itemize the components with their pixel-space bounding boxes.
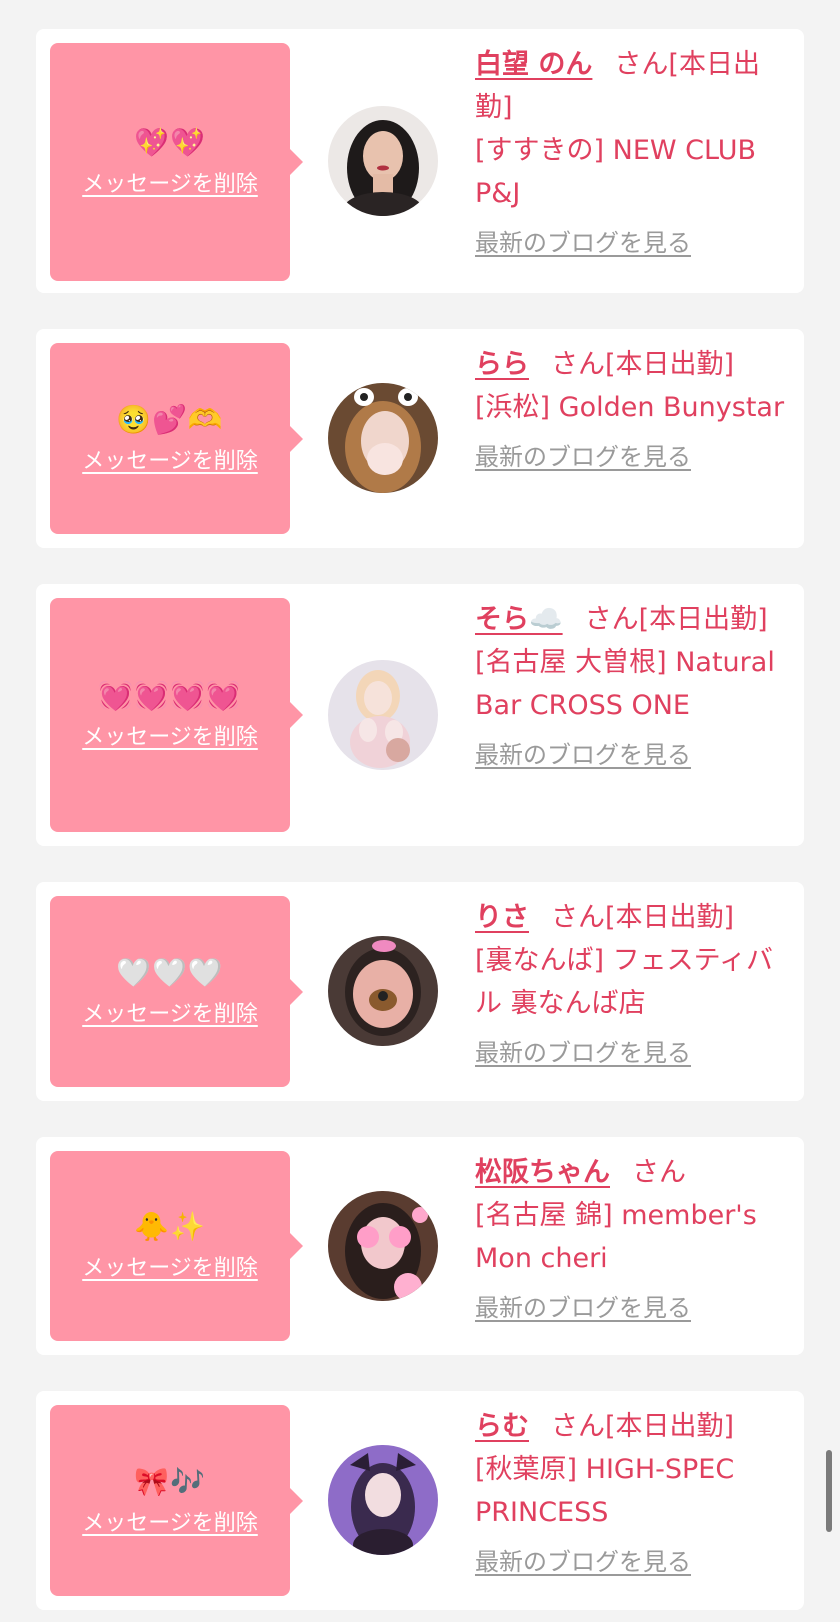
latest-blog-link[interactable]: 最新のブログを見る <box>475 1290 793 1326</box>
delete-message-link[interactable]: メッセージを削除 <box>82 719 258 751</box>
honorific: さん <box>632 1157 686 1188</box>
cast-info: らむ さん[本日出勤] [秋葉原] HIGH-SPEC PRINCESS 最新のブ… <box>475 1405 793 1580</box>
delete-message-link[interactable]: メッセージを削除 <box>82 1250 258 1282</box>
message-emoji: 💖💖 <box>134 126 206 159</box>
cast-info: 松阪ちゃん さん [名古屋 錦] member's Mon cheri 最新のブロ… <box>475 1151 793 1326</box>
delete-message-link[interactable]: メッセージを削除 <box>82 996 258 1028</box>
avatar[interactable] <box>328 1191 438 1301</box>
attendance-status: [本日出勤] <box>605 1411 735 1442</box>
message-emoji: 🎀🎶 <box>134 1464 206 1498</box>
message-card: 🤍🤍🤍 メッセージを削除 りさ さん[本日出勤] [裏なんば] フェスティバル 裏… <box>36 882 804 1101</box>
latest-blog-link[interactable]: 最新のブログを見る <box>475 439 793 475</box>
message-bubble: 🎀🎶 メッセージを削除 <box>50 1405 303 1596</box>
attendance-status: [本日出勤] <box>605 349 735 380</box>
shop-name: [裏なんば] フェスティバル 裏なんば店 <box>475 945 774 1019</box>
message-bubble: 🐥✨ メッセージを削除 <box>50 1151 303 1341</box>
cast-name-link[interactable]: りさ <box>475 902 529 933</box>
cast-info: りさ さん[本日出勤] [裏なんば] フェスティバル 裏なんば店 最新のブログを見… <box>475 896 793 1071</box>
shop-name: [名古屋 大曽根] Natural Bar CROSS ONE <box>475 647 775 721</box>
attendance-status: [本日出勤] <box>605 902 735 933</box>
delete-message-link[interactable]: メッセージを削除 <box>82 166 258 198</box>
cast-name-link[interactable]: らむ <box>475 1411 529 1442</box>
message-card: 💖💖 メッセージを削除 白望 のん さん[本日出勤] [すすきの] NEW CLU… <box>36 29 804 293</box>
avatar[interactable] <box>328 936 438 1046</box>
message-bubble: 🥹💕🫶 メッセージを削除 <box>50 343 303 534</box>
message-emoji: 🐥✨ <box>134 1210 206 1243</box>
delete-message-link[interactable]: メッセージを削除 <box>82 1505 258 1537</box>
honorific: さん <box>551 349 605 380</box>
avatar[interactable] <box>328 1445 438 1555</box>
shop-name: [すすきの] NEW CLUB P&J <box>475 135 757 209</box>
latest-blog-link[interactable]: 最新のブログを見る <box>475 737 793 773</box>
message-emoji: 🤍🤍🤍 <box>116 955 224 989</box>
cast-info: 白望 のん さん[本日出勤] [すすきの] NEW CLUB P&J 最新のブログ… <box>475 43 793 261</box>
message-emoji: 🥹💕🫶 <box>116 402 224 436</box>
message-card: 💓💓💓💓 メッセージを削除 そら☁️ さん[本日出勤] [名古屋 大曽根] Nat… <box>36 584 804 846</box>
avatar[interactable] <box>328 383 438 493</box>
cast-name-link[interactable]: そら☁️ <box>475 604 563 635</box>
honorific: さん <box>614 49 669 80</box>
shop-name: [名古屋 錦] member's Mon cheri <box>475 1200 757 1274</box>
avatar[interactable] <box>328 106 438 216</box>
shop-name: [秋葉原] HIGH-SPEC PRINCESS <box>475 1454 735 1528</box>
honorific: さん <box>584 604 639 635</box>
message-bubble: 💖💖 メッセージを削除 <box>50 43 303 281</box>
cast-name-link[interactable]: らら <box>475 349 529 380</box>
message-card: 🎀🎶 メッセージを削除 らむ さん[本日出勤] [秋葉原] HIGH-SPEC P… <box>36 1391 804 1610</box>
cast-name-link[interactable]: 松阪ちゃん <box>475 1157 610 1188</box>
message-bubble: 🤍🤍🤍 メッセージを削除 <box>50 896 303 1087</box>
message-card: 🥹💕🫶 メッセージを削除 らら さん[本日出勤] [浜松] Golden Buny… <box>36 329 804 548</box>
message-emoji: 💓💓💓💓 <box>98 679 242 712</box>
message-bubble: 💓💓💓💓 メッセージを削除 <box>50 598 303 832</box>
shop-name: [浜松] Golden Bunystar <box>475 392 785 423</box>
avatar[interactable] <box>328 660 438 770</box>
cast-info: そら☁️ さん[本日出勤] [名古屋 大曽根] Natural Bar CROSS… <box>475 598 793 773</box>
cast-name-link[interactable]: 白望 のん <box>475 49 592 80</box>
delete-message-link[interactable]: メッセージを削除 <box>82 443 258 475</box>
latest-blog-link[interactable]: 最新のブログを見る <box>475 1544 793 1580</box>
latest-blog-link[interactable]: 最新のブログを見る <box>475 1035 793 1071</box>
scrollbar[interactable] <box>826 1450 832 1532</box>
attendance-status: [本日出勤] <box>638 604 768 635</box>
honorific: さん <box>551 1411 605 1442</box>
message-card: 🐥✨ メッセージを削除 松阪ちゃん さん [名古屋 錦] member's Mon… <box>36 1137 804 1355</box>
latest-blog-link[interactable]: 最新のブログを見る <box>475 225 793 261</box>
honorific: さん <box>551 902 605 933</box>
cast-info: らら さん[本日出勤] [浜松] Golden Bunystar 最新のブログを見… <box>475 343 793 475</box>
